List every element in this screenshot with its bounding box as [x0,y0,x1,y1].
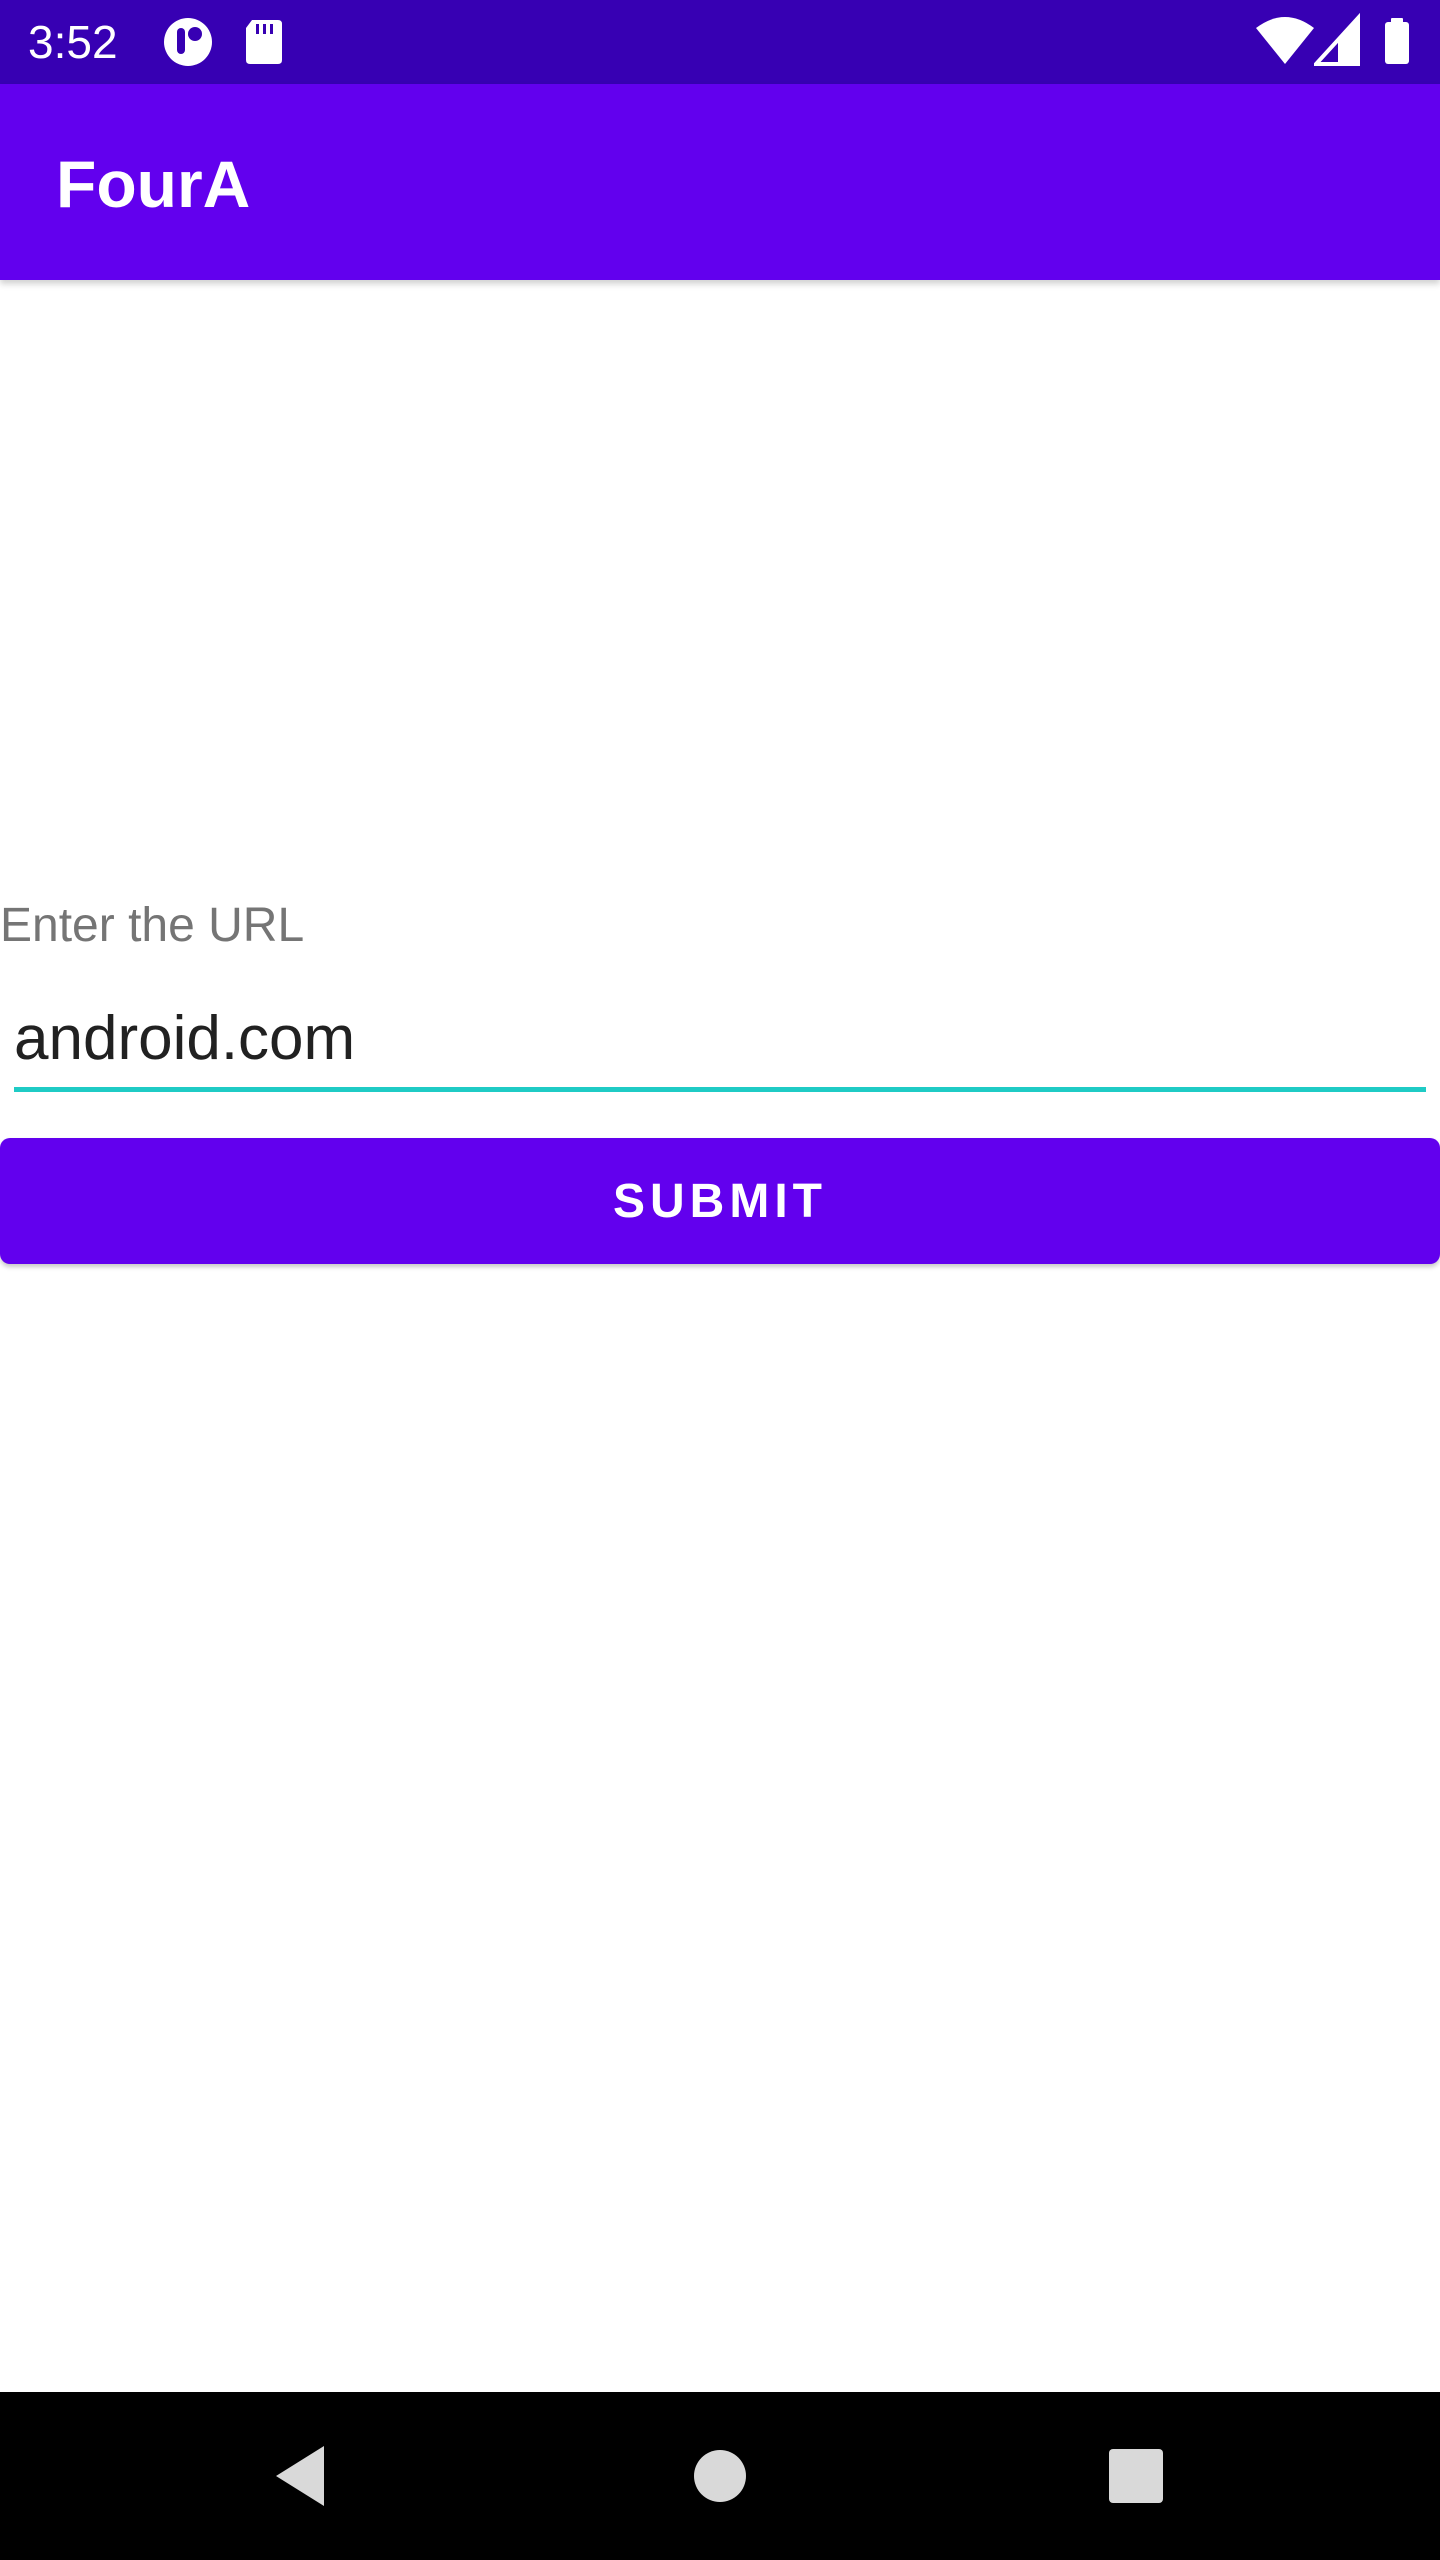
cellular-signal-icon [1311,0,1362,89]
url-input[interactable] [14,990,1426,1092]
app-notification-icon [160,0,216,89]
battery-icon [1380,0,1416,89]
navigation-bar [0,2392,1440,2560]
submit-button[interactable]: SUBMIT [0,1138,1440,1264]
status-bar: 3:52 [0,0,1440,84]
recents-icon[interactable] [1054,2392,1214,2560]
app-bar: FourA [0,84,1440,280]
home-icon[interactable] [640,2392,800,2560]
wifi-icon [1254,0,1316,89]
url-label: Enter the URL [0,899,305,952]
sd-card-icon [242,0,286,89]
status-time: 3:52 [28,16,118,68]
app-title: FourA [56,147,251,221]
back-icon[interactable] [220,2392,380,2560]
screen: 3:52 FourA Enter the URL android.com SUB… [0,0,1440,2560]
